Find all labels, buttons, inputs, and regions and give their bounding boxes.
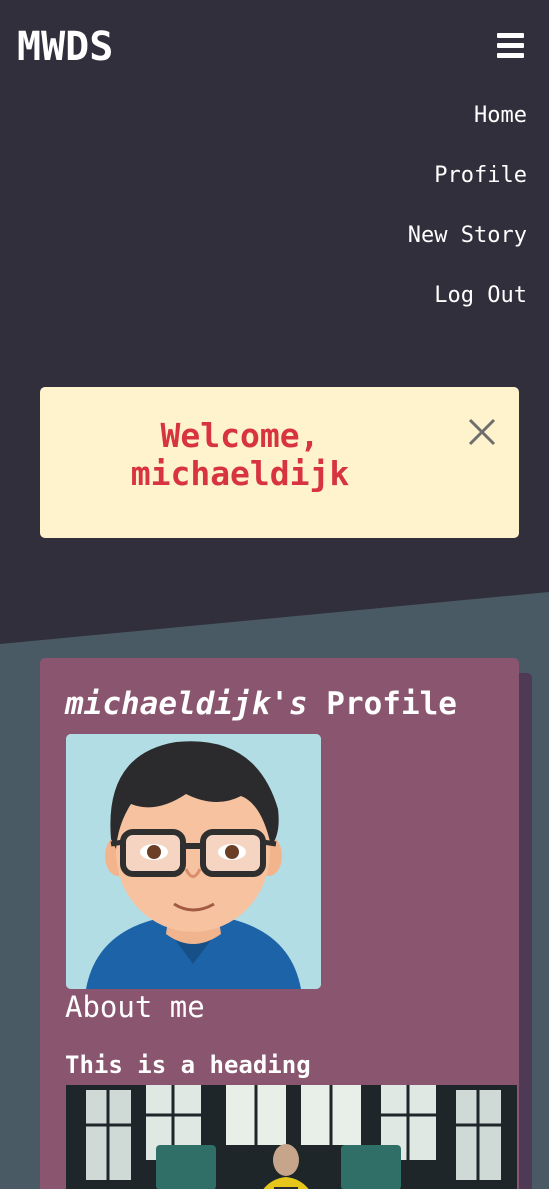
story-image: [66, 1085, 517, 1189]
nav-item-profile[interactable]: Profile: [408, 156, 527, 216]
hamburger-bar: [497, 53, 524, 58]
profile-username: michaeldijk's: [65, 686, 308, 722]
profile-card: michaeldijk's Profile About me This is a…: [40, 658, 519, 1189]
close-icon[interactable]: [467, 417, 497, 447]
welcome-line: Welcome,: [160, 416, 320, 455]
story-heading: This is a heading: [65, 1051, 311, 1079]
hamburger-bar: [497, 33, 524, 38]
avatar: [66, 734, 321, 989]
hamburger-bar: [497, 43, 524, 48]
main-navigation: Home Profile New Story Log Out: [408, 96, 527, 336]
nav-item-new-story[interactable]: New Story: [408, 216, 527, 276]
brand-logo[interactable]: MWDS: [17, 24, 113, 70]
nav-item-home[interactable]: Home: [408, 96, 527, 156]
welcome-alert: Welcome, michaeldijk: [40, 387, 519, 538]
profile-title-suffix: Profile: [307, 686, 457, 722]
nav-item-log-out[interactable]: Log Out: [408, 276, 527, 336]
profile-title: michaeldijk's Profile: [65, 686, 457, 722]
about-me-heading: About me: [65, 990, 205, 1024]
welcome-message: Welcome, michaeldijk: [40, 417, 440, 493]
welcome-username: michaeldijk: [130, 454, 350, 493]
hamburger-menu-icon[interactable]: [497, 33, 524, 58]
